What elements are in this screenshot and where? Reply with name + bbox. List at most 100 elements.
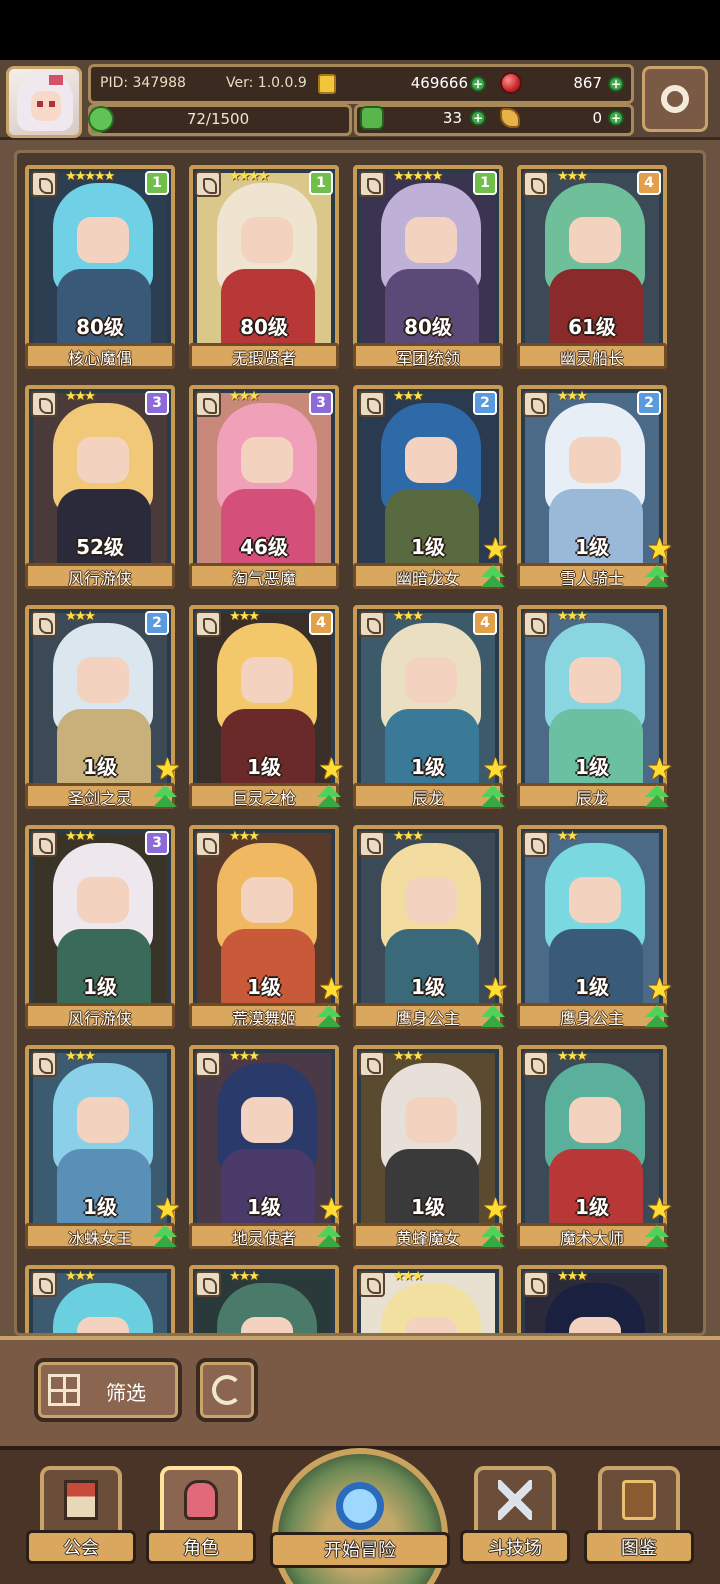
clover-amount: 33 bbox=[442, 109, 462, 127]
class-type-icon bbox=[523, 171, 549, 197]
character-card[interactable]: ★★★ 2 1级 圣剑之灵 ★ bbox=[25, 605, 181, 811]
character-card[interactable]: ★★★ 2 1级 幽暗龙女 ★ bbox=[353, 385, 509, 591]
portrait-face bbox=[569, 877, 621, 923]
rarity-stars: ★★★ bbox=[229, 609, 260, 624]
portrait-face bbox=[569, 1317, 621, 1333]
character-card[interactable]: ★★★ 3 46级 淘气恶魔 bbox=[189, 385, 339, 591]
duplicate-count-badge: 3 bbox=[309, 391, 333, 415]
character-card[interactable]: ★★★ bbox=[353, 1265, 503, 1333]
character-card[interactable]: ★★★ bbox=[517, 1265, 667, 1333]
character-level: 80级 bbox=[76, 315, 124, 339]
class-type-icon bbox=[195, 831, 221, 857]
character-card[interactable]: ★★★ 3 1级 风行游侠 bbox=[25, 825, 175, 1031]
character-level: 1级 bbox=[575, 975, 609, 999]
portrait-face bbox=[77, 657, 129, 703]
settings-button[interactable] bbox=[642, 66, 708, 132]
nav-guild-label: 公会 bbox=[63, 1538, 99, 1559]
clover-icon bbox=[360, 106, 384, 130]
level-up-arrow-icon bbox=[315, 1005, 343, 1031]
character-card[interactable]: ★★★ 1级 冰蛛女王 ★ bbox=[25, 1045, 181, 1251]
avatar-eye-left bbox=[37, 101, 43, 107]
class-type-icon bbox=[359, 831, 385, 857]
rarity-stars: ★★★ bbox=[557, 609, 588, 624]
rarity-stars: ★★★★ bbox=[229, 169, 270, 184]
nav-adventure[interactable]: 开始冒险 bbox=[270, 1448, 450, 1584]
portrait-face bbox=[241, 657, 293, 703]
grid-icon bbox=[48, 1374, 80, 1406]
character-level: 1级 bbox=[83, 1195, 117, 1219]
class-type-icon bbox=[195, 391, 221, 417]
class-type-icon bbox=[359, 1051, 385, 1077]
class-type-icon bbox=[359, 171, 385, 197]
level-up-arrow-icon bbox=[479, 565, 507, 591]
portrait-face bbox=[405, 877, 457, 923]
character-card[interactable]: ★★★ bbox=[25, 1265, 175, 1333]
duplicate-count-badge: 4 bbox=[637, 171, 661, 195]
level-up-arrow-icon bbox=[479, 1225, 507, 1251]
book-icon bbox=[622, 1480, 656, 1520]
add-horn-button[interactable]: + bbox=[608, 110, 624, 126]
character-card[interactable]: ★★★★★ 1 80级 核心魔偶 bbox=[25, 165, 175, 371]
add-gold-button[interactable]: + bbox=[470, 76, 486, 92]
character-card[interactable]: ★★★★★ 1 80级 军团统领 bbox=[353, 165, 503, 371]
duplicate-count-badge: 1 bbox=[473, 171, 497, 195]
star-up-icon: ★ bbox=[318, 752, 345, 787]
character-card[interactable]: ★★★ 4 1级 巨灵之枪 ★ bbox=[189, 605, 345, 811]
character-card[interactable]: ★★★ 2 1级 雪人骑士 ★ bbox=[517, 385, 673, 591]
nav-characters[interactable]: 角色 bbox=[146, 1466, 256, 1584]
card-portrait-frame: ★★★ bbox=[25, 1265, 175, 1333]
character-level: 1级 bbox=[247, 1195, 281, 1219]
character-card[interactable]: ★★ 1级 鹰身公主 ★ bbox=[517, 825, 673, 1031]
portrait-face bbox=[405, 657, 457, 703]
star-up-icon: ★ bbox=[646, 532, 673, 567]
character-grid[interactable]: ★★★★★ 1 80级 核心魔偶 ★★★★ 1 80级 无瑕贤者 ★★★★★ 1 80级 军团统领 ★★… bbox=[14, 150, 706, 1336]
character-card[interactable]: ★★★ 1级 荒漠舞姬 ★ bbox=[189, 825, 345, 1031]
duplicate-count-badge: 3 bbox=[145, 391, 169, 415]
player-avatar[interactable] bbox=[6, 66, 82, 138]
character-level: 46级 bbox=[240, 535, 288, 559]
nav-arena[interactable]: 斗技场 bbox=[460, 1466, 570, 1584]
character-card[interactable]: ★★★ 1级 魔术大师 ★ bbox=[517, 1045, 673, 1251]
character-card[interactable]: ★★★ 1级 黄蜂魔女 ★ bbox=[353, 1045, 509, 1251]
duplicate-count-badge: 4 bbox=[473, 611, 497, 635]
add-clover-button[interactable]: + bbox=[470, 110, 486, 126]
portrait-face bbox=[241, 1097, 293, 1143]
rarity-stars: ★★★ bbox=[557, 1049, 588, 1064]
rarity-stars: ★★★ bbox=[393, 1269, 424, 1284]
character-card[interactable]: ★★★ 4 1级 辰龙 ★ bbox=[353, 605, 509, 811]
level-up-arrow-icon bbox=[315, 1225, 343, 1251]
character-card[interactable]: ★★★ 1级 辰龙 ★ bbox=[517, 605, 673, 811]
gear-icon bbox=[661, 85, 689, 113]
portrait-face bbox=[77, 437, 129, 483]
character-card[interactable]: ★★★ 1级 地灵使者 ★ bbox=[189, 1045, 345, 1251]
character-card[interactable]: ★★★ 1级 鹰身公主 ★ bbox=[353, 825, 509, 1031]
rarity-stars: ★★★ bbox=[229, 1049, 260, 1064]
star-up-icon: ★ bbox=[318, 972, 345, 1007]
star-up-icon: ★ bbox=[482, 752, 509, 787]
character-card[interactable]: ★★★ 3 52级 风行游侠 bbox=[25, 385, 175, 591]
card-portrait-frame: ★★★ bbox=[353, 1265, 503, 1333]
avatar-eye-right bbox=[49, 101, 55, 107]
portrait-face bbox=[405, 1097, 457, 1143]
gold-coin-icon bbox=[318, 74, 336, 94]
portrait-face bbox=[569, 657, 621, 703]
game-version: Ver: 1.0.0.9 bbox=[226, 75, 307, 91]
add-gems-button[interactable]: + bbox=[608, 76, 624, 92]
character-card[interactable]: ★★★ 4 61级 幽灵船长 bbox=[517, 165, 667, 371]
nav-arena-label: 斗技场 bbox=[488, 1538, 542, 1559]
character-level: 1级 bbox=[247, 975, 281, 999]
class-type-icon bbox=[523, 1271, 549, 1297]
class-type-icon bbox=[195, 171, 221, 197]
character-card[interactable]: ★★★★ 1 80级 无瑕贤者 bbox=[189, 165, 339, 371]
player-id: PID: 347988 bbox=[100, 75, 186, 91]
nav-guild[interactable]: 公会 bbox=[26, 1466, 136, 1584]
character-card[interactable]: ★★★ bbox=[189, 1265, 339, 1333]
level-up-arrow-icon bbox=[479, 785, 507, 811]
rarity-stars: ★★★ bbox=[65, 609, 96, 624]
nav-codex[interactable]: 图鉴 bbox=[584, 1466, 694, 1584]
portrait-face bbox=[569, 1097, 621, 1143]
character-name: 风行游侠 bbox=[67, 1009, 132, 1028]
rarity-stars: ★★★ bbox=[393, 829, 424, 844]
character-level: 1级 bbox=[83, 755, 117, 779]
star-up-icon: ★ bbox=[482, 532, 509, 567]
